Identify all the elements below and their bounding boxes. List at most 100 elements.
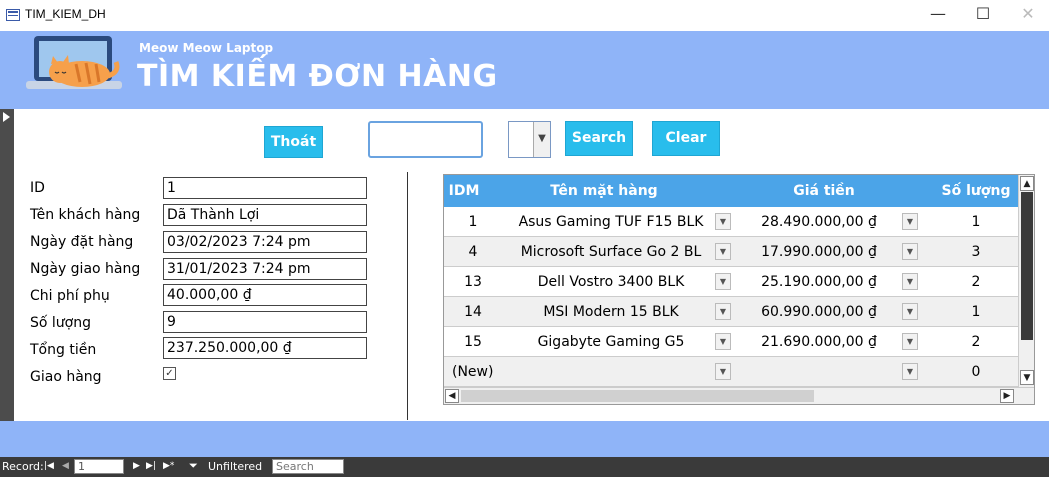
cell-name: Gigabyte Gaming G5 (537, 334, 685, 350)
record-navigation-bar: Record: |◀ ◀ 1 ▶ ▶| ▶* ⏷ Unfiltered Sear… (0, 457, 1049, 477)
id-field[interactable]: 1 (163, 177, 367, 199)
chevron-down-icon[interactable]: ▼ (902, 243, 918, 260)
chevron-down-icon[interactable]: ▼ (715, 303, 731, 320)
chevron-down-icon[interactable]: ▼ (902, 363, 918, 380)
table-row[interactable]: 15 Gigabyte Gaming G5 ▼ 21.690.000,00 ₫ … (444, 327, 1018, 357)
table-row[interactable]: 14 MSI Modern 15 BLK ▼ 60.990.000,00 ₫ ▼… (444, 297, 1018, 327)
record-selector[interactable] (0, 109, 14, 421)
record-number-input[interactable]: 1 (74, 459, 124, 474)
scroll-down-icon[interactable]: ▼ (1020, 370, 1034, 385)
chevron-down-icon[interactable]: ▼ (902, 333, 918, 350)
customer-name-field[interactable]: Dã Thành Lợi (163, 204, 367, 226)
record-search-input[interactable]: Search (272, 459, 344, 474)
cell-idm: 13 (464, 274, 482, 290)
col-header-price[interactable]: Giá tiền (744, 183, 904, 199)
maximize-button[interactable]: ☐ (968, 4, 998, 24)
current-record-icon (3, 112, 10, 122)
grid-header: IDM Tên mặt hàng Giá tiền Số lượng (444, 175, 1018, 207)
cell-idm: 14 (464, 304, 482, 320)
form-icon (6, 9, 20, 21)
label-delivered: Giao hàng (30, 369, 102, 385)
chevron-down-icon[interactable]: ▼ (715, 213, 731, 230)
cell-qty: 3 (971, 244, 981, 260)
search-input[interactable] (368, 121, 483, 158)
chevron-down-icon[interactable]: ▼ (533, 122, 550, 157)
filter-icon[interactable]: ⏷ (189, 459, 198, 473)
table-row[interactable]: 1 Asus Gaming TUF F15 BLK ▼ 28.490.000,0… (444, 207, 1018, 237)
scroll-left-icon[interactable]: ◀ (445, 389, 459, 403)
total-field[interactable]: 237.250.000,00 ₫ (163, 337, 367, 359)
record-label: Record: (2, 460, 44, 473)
prev-record-button[interactable]: ◀ (62, 461, 69, 471)
col-header-idm[interactable]: IDM (444, 183, 484, 199)
table-row[interactable]: 13 Dell Vostro 3400 BLK ▼ 25.190.000,00 … (444, 267, 1018, 297)
chevron-down-icon[interactable]: ▼ (902, 213, 918, 230)
last-record-button[interactable]: ▶| (146, 461, 156, 471)
order-items-grid[interactable]: IDM Tên mặt hàng Giá tiền Số lượng 1 Asu… (443, 174, 1035, 405)
cell-price: 25.190.000,00 ₫ (761, 274, 877, 290)
cell-price: 60.990.000,00 ₫ (761, 304, 877, 320)
cell-idm: 4 (468, 244, 478, 260)
cell-name: Asus Gaming TUF F15 BLK (518, 214, 704, 230)
cell-qty: 1 (971, 214, 981, 230)
new-record-button[interactable]: ▶* (163, 461, 174, 471)
exit-button[interactable]: Thoát (264, 126, 323, 158)
col-header-name[interactable]: Tên mặt hàng (514, 183, 694, 199)
divider (407, 172, 408, 420)
page-title: TÌM KIẾM ĐƠN HÀNG (137, 59, 498, 94)
chevron-down-icon[interactable]: ▼ (902, 273, 918, 290)
next-record-button[interactable]: ▶ (133, 461, 140, 471)
brand-name: Meow Meow Laptop (139, 41, 274, 55)
cell-name: MSI Modern 15 BLK (543, 304, 679, 320)
cell-new-label: (New) (452, 364, 494, 380)
label-total: Tổng tiền (30, 342, 97, 358)
filter-status[interactable]: Unfiltered (208, 460, 262, 473)
extra-fee-field[interactable]: 40.000,00 ₫ (163, 284, 367, 306)
cell-qty: 1 (971, 304, 981, 320)
horizontal-scrollbar[interactable]: ◀ ▶ (444, 387, 1034, 404)
scroll-right-icon[interactable]: ▶ (1000, 389, 1014, 403)
chevron-down-icon[interactable]: ▼ (715, 363, 731, 380)
window-title: TIM_KIEM_DH (25, 7, 106, 21)
window-titlebar: TIM_KIEM_DH — ☐ ✕ (0, 0, 1049, 31)
label-quantity: Số lượng (30, 315, 91, 331)
cell-name: Dell Vostro 3400 BLK (537, 274, 685, 290)
label-extra-fee: Chi phí phụ (30, 288, 110, 304)
vertical-scrollbar[interactable]: ▲ ▼ (1018, 175, 1034, 387)
minimize-button[interactable]: — (923, 4, 953, 24)
delivered-checkbox[interactable]: ✓ (163, 367, 176, 380)
col-header-qty[interactable]: Số lượng (934, 183, 1018, 199)
scroll-thumb[interactable] (1021, 192, 1033, 340)
chevron-down-icon[interactable]: ▼ (902, 303, 918, 320)
new-row[interactable]: (New) ▼ ▼ 0 (444, 357, 1018, 387)
laptop-cat-logo (26, 36, 122, 89)
table-row[interactable]: 4 Microsoft Surface Go 2 BL ▼ 17.990.000… (444, 237, 1018, 267)
chevron-down-icon[interactable]: ▼ (715, 273, 731, 290)
order-date-field[interactable]: 03/02/2023 7:24 pm (163, 231, 367, 253)
label-order-date: Ngày đặt hàng (30, 234, 134, 250)
clear-button[interactable]: Clear (652, 121, 720, 156)
chevron-down-icon[interactable]: ▼ (715, 333, 731, 350)
cell-idm: 15 (464, 334, 482, 350)
search-button[interactable]: Search (565, 121, 633, 156)
search-field-combo[interactable]: ▼ (508, 121, 551, 158)
cell-qty: 2 (971, 274, 981, 290)
cell-qty: 0 (971, 364, 981, 380)
form-header: Meow Meow Laptop TÌM KIẾM ĐƠN HÀNG (0, 31, 1049, 109)
quantity-field[interactable]: 9 (163, 311, 367, 333)
scroll-up-icon[interactable]: ▲ (1020, 176, 1034, 191)
cell-name: Microsoft Surface Go 2 BL (520, 244, 702, 260)
chevron-down-icon[interactable]: ▼ (715, 243, 731, 260)
delivery-date-field[interactable]: 31/01/2023 7:24 pm (163, 258, 367, 280)
label-delivery-date: Ngày giao hàng (30, 261, 141, 277)
cell-idm: 1 (468, 214, 478, 230)
scroll-thumb[interactable] (461, 390, 814, 402)
label-customer: Tên khách hàng (30, 207, 141, 223)
cell-price: 28.490.000,00 ₫ (761, 214, 877, 230)
cell-qty: 2 (971, 334, 981, 350)
close-button[interactable]: ✕ (1013, 4, 1043, 24)
first-record-button[interactable]: |◀ (44, 461, 54, 471)
cell-price: 21.690.000,00 ₫ (761, 334, 877, 350)
form-footer (0, 421, 1049, 457)
label-id: ID (30, 180, 45, 196)
